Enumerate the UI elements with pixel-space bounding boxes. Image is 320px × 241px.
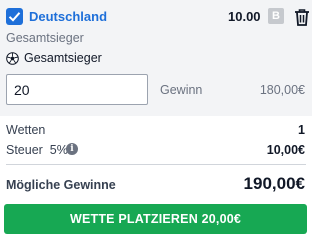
divider xyxy=(6,164,306,165)
moegliche-gewinne-label: Mögliche Gewinne xyxy=(6,178,116,192)
stake-input[interactable] xyxy=(6,74,148,105)
wetten-label: Wetten xyxy=(6,123,46,137)
selection-row: Deutschland 10.00 B xyxy=(6,7,309,27)
selection-name[interactable]: Deutschland xyxy=(29,9,107,24)
wetten-value: 1 xyxy=(298,123,305,137)
place-bet-button[interactable]: WETTE PLATZIEREN 20,00€ xyxy=(4,204,307,234)
checkmark-icon xyxy=(8,12,21,22)
steuer-label: Steuer 5% xyxy=(6,143,68,157)
gewinn-label: Gewinn xyxy=(160,83,203,97)
info-icon[interactable]: i xyxy=(66,143,78,155)
selection-checkbox[interactable] xyxy=(6,8,23,25)
trash-icon[interactable] xyxy=(292,7,312,32)
gewinn-value: 180,00€ xyxy=(259,83,305,97)
market-name: Gesamtsieger xyxy=(6,31,84,45)
steuer-value: 10,00€ xyxy=(266,143,305,157)
moegliche-gewinne-value: 190,00€ xyxy=(243,174,305,193)
bet-builder-badge: B xyxy=(268,8,284,24)
soccer-ball-icon xyxy=(6,52,19,70)
bet-slip-selection-panel: Deutschland 10.00 B Gesamtsieger Gesamts… xyxy=(0,0,312,116)
odds-value: 10.00 xyxy=(228,9,261,24)
event-name: Gesamtsieger xyxy=(24,51,102,65)
